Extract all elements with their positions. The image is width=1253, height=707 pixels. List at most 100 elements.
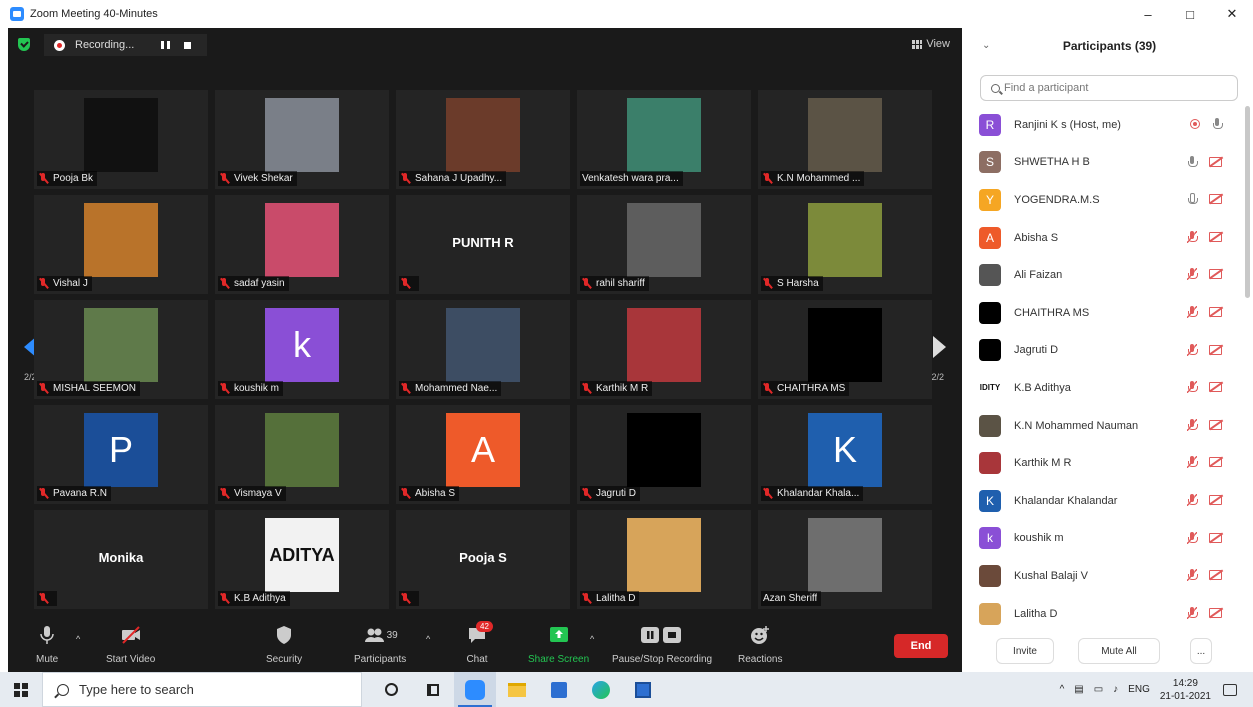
muted-microphone-icon[interactable] — [1187, 569, 1198, 582]
clock[interactable]: 14:29 21-01-2021 — [1160, 677, 1211, 703]
video-tile[interactable]: Vismaya V — [215, 405, 389, 504]
video-off-icon[interactable] — [1209, 532, 1222, 543]
video-tile[interactable]: Sahana J Upadhy... — [396, 90, 570, 189]
taskbar-search[interactable]: Type here to search — [42, 672, 362, 707]
video-tile[interactable]: K Khalandar Khala... — [758, 405, 932, 504]
start-button[interactable] — [0, 672, 42, 707]
participant-row[interactable]: IDITY K.B Adithya — [966, 369, 1246, 407]
edge-browser-icon[interactable] — [580, 672, 622, 707]
share-screen-button[interactable]: Share Screen — [528, 624, 589, 665]
video-tile[interactable]: Pooja S — [396, 510, 570, 609]
participant-row[interactable]: K Khalandar Khalandar — [966, 482, 1246, 520]
pause-stop-recording-button[interactable]: Pause/Stop Recording — [612, 624, 712, 665]
video-off-icon[interactable] — [1209, 382, 1222, 393]
video-tile[interactable]: PUNITH R — [396, 195, 570, 294]
muted-microphone-icon[interactable] — [1187, 606, 1198, 619]
video-tile[interactable]: MISHAL SEEMON — [34, 300, 208, 399]
video-off-icon[interactable] — [1209, 419, 1222, 430]
end-meeting-button[interactable]: End — [894, 634, 948, 658]
video-tile[interactable]: Venkatesh wara pra... — [577, 90, 751, 189]
video-tile[interactable]: Vivek Shekar — [215, 90, 389, 189]
video-tile[interactable]: Lalitha D — [577, 510, 751, 609]
next-page-arrow-icon[interactable] — [933, 336, 946, 358]
participant-row[interactable]: R Ranjini K s (Host, me) — [966, 106, 1246, 144]
participants-button[interactable]: 39 Participants — [354, 624, 406, 665]
video-off-icon[interactable] — [1209, 231, 1222, 242]
notes-app-icon[interactable] — [622, 672, 664, 707]
video-tile[interactable]: K.N Mohammed ... — [758, 90, 932, 189]
microphone-icon[interactable] — [1212, 118, 1223, 130]
video-tile[interactable]: Vishal J — [34, 195, 208, 294]
participant-row[interactable]: S SHWETHA H B — [966, 144, 1246, 182]
participant-search-input[interactable] — [1004, 82, 1224, 94]
video-tile[interactable]: P Pavana R.N — [34, 405, 208, 504]
video-tile[interactable]: S Harsha — [758, 195, 932, 294]
cortana-icon[interactable] — [370, 672, 412, 707]
store-icon[interactable] — [538, 672, 580, 707]
video-tile[interactable]: CHAITHRA MS — [758, 300, 932, 399]
zoom-app-icon[interactable] — [454, 672, 496, 707]
pause-recording-icon[interactable] — [161, 41, 170, 49]
video-off-icon[interactable] — [1209, 269, 1222, 280]
video-off-icon[interactable] — [1209, 344, 1222, 355]
video-tile[interactable]: Pooja Bk — [34, 90, 208, 189]
video-tile[interactable]: Jagruti D — [577, 405, 751, 504]
muted-microphone-icon[interactable] — [1187, 531, 1198, 544]
start-video-button[interactable]: Start Video — [106, 624, 155, 665]
muted-microphone-icon[interactable] — [1187, 493, 1198, 506]
participant-row[interactable]: Lalitha D — [966, 595, 1246, 633]
task-view-icon[interactable] — [412, 672, 454, 707]
participant-row[interactable]: Jagruti D — [966, 332, 1246, 370]
muted-microphone-icon[interactable] — [1187, 230, 1198, 243]
file-explorer-icon[interactable] — [496, 672, 538, 707]
view-button[interactable]: View — [912, 38, 950, 50]
microphone-icon[interactable] — [1187, 155, 1198, 168]
security-button[interactable]: Security — [266, 624, 302, 665]
video-tile[interactable]: sadaf yasin — [215, 195, 389, 294]
language-indicator[interactable]: ENG — [1128, 684, 1150, 695]
participant-row[interactable]: CHAITHRA MS — [966, 294, 1246, 332]
mute-button[interactable]: Mute — [36, 624, 58, 665]
participants-caret-icon[interactable]: ^ — [426, 634, 430, 644]
share-caret-icon[interactable]: ^ — [590, 634, 594, 644]
video-tile[interactable]: Karthik M R — [577, 300, 751, 399]
muted-microphone-icon[interactable] — [1187, 418, 1198, 431]
microphone-icon[interactable] — [1187, 193, 1198, 205]
muted-microphone-icon[interactable] — [1187, 381, 1198, 394]
participant-row[interactable]: Kushal Balaji V — [966, 557, 1246, 595]
more-options-button[interactable]: ... — [1190, 638, 1212, 664]
video-tile[interactable]: Azan Sheriff — [758, 510, 932, 609]
muted-microphone-icon[interactable] — [1187, 305, 1198, 318]
video-tile[interactable]: ADITYA K.B Adithya — [215, 510, 389, 609]
video-off-icon[interactable] — [1209, 156, 1222, 167]
network-icon[interactable]: ▤ — [1074, 684, 1083, 695]
video-off-icon[interactable] — [1209, 494, 1222, 505]
video-off-icon[interactable] — [1209, 457, 1222, 468]
video-off-icon[interactable] — [1209, 306, 1222, 317]
muted-microphone-icon[interactable] — [1187, 268, 1198, 281]
chat-button[interactable]: 42 Chat — [466, 621, 493, 665]
participant-row[interactable]: Y YOGENDRA.M.S — [966, 181, 1246, 219]
video-tile[interactable]: k koushik m — [215, 300, 389, 399]
battery-icon[interactable]: ▭ — [1094, 684, 1103, 695]
notification-icon[interactable] — [1223, 683, 1237, 696]
maximize-button[interactable]: □ — [1169, 0, 1211, 28]
minimize-button[interactable]: – — [1127, 0, 1169, 28]
tray-chevron-icon[interactable]: ^ — [1060, 684, 1065, 695]
video-tile[interactable]: Monika — [34, 510, 208, 609]
video-off-icon[interactable] — [1209, 607, 1222, 618]
muted-microphone-icon[interactable] — [1187, 456, 1198, 469]
participant-row[interactable]: K.N Mohammed Nauman — [966, 407, 1246, 445]
participant-row[interactable]: k koushik m — [966, 520, 1246, 558]
video-tile[interactable]: Mohammed Nae... — [396, 300, 570, 399]
participant-search[interactable] — [980, 75, 1238, 101]
reactions-button[interactable]: Reactions — [738, 624, 782, 665]
video-tile[interactable]: A Abisha S — [396, 405, 570, 504]
video-off-icon[interactable] — [1209, 194, 1222, 205]
participant-row[interactable]: A Abisha S — [966, 219, 1246, 257]
participant-row[interactable]: Karthik M R — [966, 444, 1246, 482]
video-tile[interactable]: rahil shariff — [577, 195, 751, 294]
video-off-icon[interactable] — [1209, 570, 1222, 581]
mute-all-button[interactable]: Mute All — [1078, 638, 1160, 664]
encryption-shield-icon[interactable] — [18, 38, 30, 51]
